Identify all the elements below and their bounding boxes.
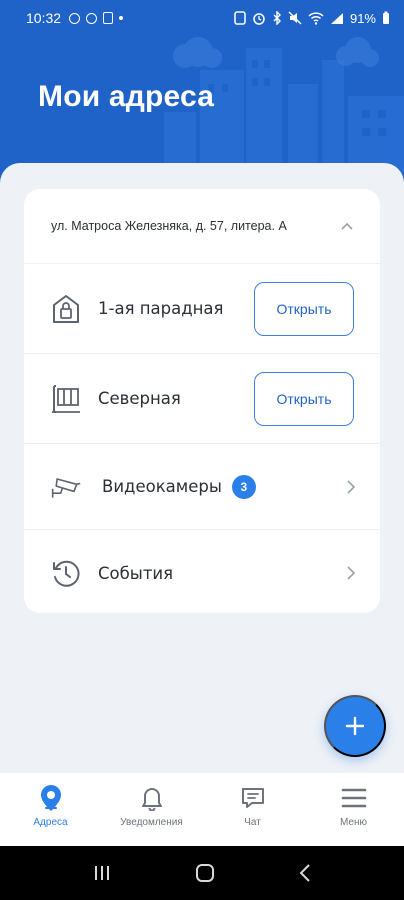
battery-percent: 91% — [349, 10, 376, 26]
door-label: Северная — [98, 389, 181, 408]
page-title: Мои адреса — [38, 80, 215, 113]
add-address-button[interactable] — [324, 695, 386, 757]
chevron-up-icon[interactable] — [340, 219, 354, 233]
bluetooth-icon — [273, 11, 281, 25]
nav-item-chat[interactable]: Чат — [202, 773, 303, 846]
battery-icon — [383, 11, 389, 24]
bell-icon — [137, 783, 167, 813]
nav-item-menu[interactable]: Меню — [303, 773, 404, 846]
app-notification-icon — [103, 12, 114, 24]
nav-label: Чат — [244, 817, 261, 828]
nav-label: Адреса — [33, 817, 68, 828]
system-navigation-bar — [0, 846, 404, 900]
recent-apps-icon[interactable] — [92, 864, 112, 882]
back-icon[interactable] — [298, 863, 312, 883]
cameras-row[interactable]: Видеокамеры 3 — [24, 444, 380, 530]
door-label: 1-ая парадная — [98, 299, 224, 318]
nav-label: Уведомления — [120, 817, 183, 828]
sim-icon — [234, 11, 246, 25]
location-pin-icon — [36, 783, 66, 813]
chat-icon — [238, 783, 268, 813]
wifi-icon — [308, 11, 324, 25]
history-clock-icon — [50, 557, 82, 589]
address-text: ул. Матроса Железняка, д. 57, литера. А — [51, 219, 287, 233]
door-row-gate: Северная Открыть — [24, 354, 380, 444]
address-header[interactable]: ул. Матроса Железняка, д. 57, литера. А — [24, 189, 380, 264]
content-sheet: ул. Матроса Железняка, д. 57, литера. А … — [0, 163, 404, 773]
nav-item-addresses[interactable]: Адреса — [0, 773, 101, 846]
nav-item-notifications[interactable]: Уведомления — [101, 773, 202, 846]
address-card: ул. Матроса Железняка, д. 57, литера. А … — [24, 189, 380, 613]
status-time: 10:32 — [26, 10, 62, 26]
more-notifications-dot-icon — [119, 16, 124, 20]
door-row-entrance: 1-ая парадная Открыть — [24, 264, 380, 354]
bottom-navigation: Адреса Уведомления Чат Меню — [0, 773, 404, 846]
mute-icon — [288, 11, 302, 25]
open-door-button[interactable]: Открыть — [254, 372, 354, 426]
notification-icons — [69, 12, 124, 24]
cameras-count-badge: 3 — [231, 474, 256, 499]
telegram-icon — [86, 12, 98, 24]
cameras-label: Видеокамеры — [102, 477, 222, 496]
nav-label: Меню — [339, 817, 368, 828]
status-right: 91% — [234, 11, 390, 26]
events-row[interactable]: События — [24, 530, 380, 616]
notification-icon — [69, 12, 81, 24]
alarm-icon — [253, 13, 265, 25]
chevron-right-icon — [347, 479, 356, 494]
entrance-lock-icon — [50, 293, 82, 325]
chevron-right-icon — [347, 566, 356, 580]
gate-icon — [50, 383, 82, 415]
open-door-button[interactable]: Открыть — [254, 282, 354, 336]
status-bar: 10:32 91% — [0, 0, 404, 36]
hamburger-menu-icon — [339, 783, 369, 813]
plus-icon — [345, 716, 365, 736]
signal-icon — [330, 12, 343, 24]
cctv-camera-icon — [50, 471, 82, 503]
home-icon[interactable] — [195, 863, 215, 883]
events-label: События — [98, 563, 174, 583]
